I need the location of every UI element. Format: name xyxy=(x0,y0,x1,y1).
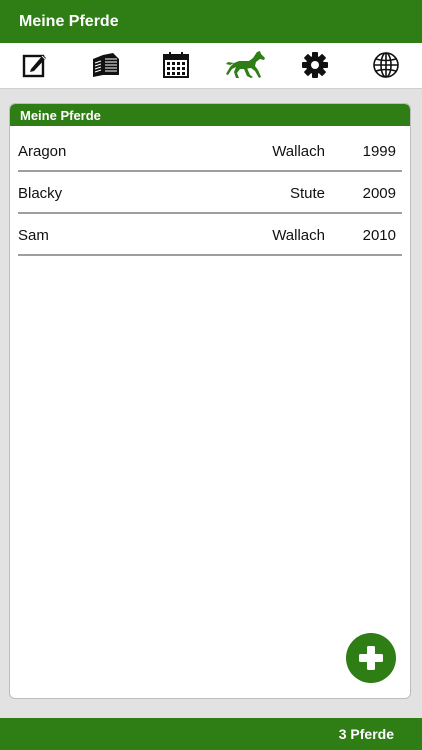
app-header: Meine Pferde xyxy=(0,0,422,43)
footer-bar: 3 Pferde xyxy=(0,718,422,750)
calendar-icon[interactable] xyxy=(160,49,192,81)
list-item[interactable]: Sam Wallach 2010 xyxy=(18,214,402,256)
gear-icon[interactable] xyxy=(299,49,331,81)
horse-year: 2010 xyxy=(362,227,396,244)
horse-name: Blacky xyxy=(18,185,63,202)
add-horse-button[interactable] xyxy=(346,633,396,683)
horse-gender: Wallach xyxy=(272,227,325,244)
horse-name: Aragon xyxy=(18,143,67,160)
horses-panel: Meine Pferde Aragon Wallach 1999 Blacky … xyxy=(9,103,411,699)
list-item[interactable]: Aragon Wallach 1999 xyxy=(18,130,402,172)
horse-icon[interactable] xyxy=(224,49,268,81)
horse-year: 2009 xyxy=(362,185,396,202)
horse-count: 3 Pferde xyxy=(338,726,394,742)
horse-name: Sam xyxy=(18,227,49,244)
panel-title: Meine Pferde xyxy=(20,107,101,123)
horse-list: Aragon Wallach 1999 Blacky Stute 2009 Sa… xyxy=(10,130,410,256)
horse-year: 1999 xyxy=(362,143,396,160)
toolbar xyxy=(0,43,422,89)
edit-icon[interactable] xyxy=(19,49,51,81)
documents-icon[interactable] xyxy=(90,49,122,81)
horse-gender: Stute xyxy=(289,185,325,202)
list-item[interactable]: Blacky Stute 2009 xyxy=(18,172,402,214)
page-title: Meine Pferde xyxy=(19,12,119,30)
globe-icon[interactable] xyxy=(370,49,402,81)
panel-header: Meine Pferde xyxy=(10,104,410,126)
horse-gender: Wallach xyxy=(272,143,325,160)
plus-icon xyxy=(359,646,383,670)
